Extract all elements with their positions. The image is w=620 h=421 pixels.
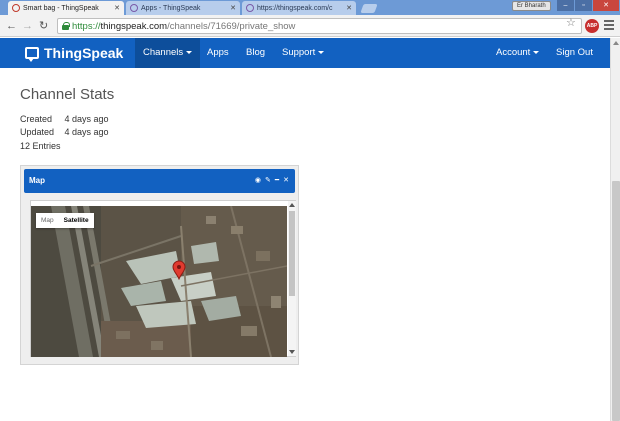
tab-close-icon[interactable]: ✕ (227, 4, 236, 12)
stat-updated-label: Updated (20, 127, 55, 137)
nav-blog-link[interactable]: Blog (238, 38, 273, 68)
browser-tab-apps[interactable]: Apps - ThingSpeak ✕ (126, 1, 240, 15)
brand-name: ThingSpeak (44, 45, 124, 61)
stat-created-value: 4 days ago (64, 114, 109, 124)
nav-support-dropdown[interactable]: Support (274, 38, 332, 68)
page-scroll-thumb[interactable] (612, 181, 620, 421)
window-minimize-button[interactable]: – (557, 0, 574, 11)
nav-blog-label: Blog (246, 47, 266, 58)
bookmark-star-icon[interactable]: ☆ (566, 16, 576, 29)
tab-close-icon[interactable]: ✕ (111, 4, 120, 12)
nav-apps-link[interactable]: Apps (199, 38, 237, 68)
map-type-map-button[interactable]: Map (36, 213, 59, 228)
map-widget: Map ◉ ✎ ━ ✕ Map Satellite (20, 165, 299, 365)
thingspeak-favicon-icon (246, 4, 254, 12)
map-type-toggle: Map Satellite (36, 213, 94, 228)
comment-icon[interactable]: ◉ (255, 176, 261, 184)
nav-sign-out-label: Sign Out (556, 47, 593, 58)
nav-support-label: Support (282, 47, 316, 58)
caret-down-icon (186, 50, 193, 54)
satellite-map[interactable]: Map Satellite (31, 206, 287, 357)
nav-apps-label: Apps (207, 47, 229, 58)
adblock-extension-icon[interactable]: ABP (585, 19, 599, 33)
tab-title: Apps - ThingSpeak (141, 4, 201, 12)
window-maximize-button[interactable]: ▫ (575, 0, 592, 11)
forward-arrow-icon[interactable]: → (22, 19, 33, 33)
url-path: /channels/71669/private_show (167, 20, 296, 32)
nav-channels-label: Channels (143, 47, 184, 58)
stat-updated: Updated 4 days ago (20, 127, 109, 137)
profile-badge[interactable]: Er Bharath (512, 1, 551, 11)
chrome-menu-icon[interactable] (604, 20, 614, 32)
nav-sign-out-link[interactable]: Sign Out (548, 38, 601, 68)
scroll-up-arrow-icon[interactable] (613, 41, 619, 45)
stat-entries: 12 Entries (20, 141, 61, 151)
back-arrow-icon[interactable]: ← (6, 19, 17, 33)
tab-strip: Smart bag - ThingSpeak ✕ Apps - ThingSpe… (0, 0, 620, 15)
map-frame-scroll-thumb[interactable] (289, 211, 295, 296)
map-marker-icon[interactable] (172, 260, 186, 280)
map-widget-title: Map (29, 176, 45, 185)
map-iframe: Map Satellite (30, 200, 296, 357)
browser-tab-thingspeak-url[interactable]: https://thingspeak.com/c ✕ (242, 1, 356, 15)
secure-lock-icon (62, 22, 70, 30)
nav-channels-dropdown[interactable]: Channels (135, 38, 201, 68)
url-scheme: https:// (72, 20, 101, 32)
stat-updated-value: 4 days ago (64, 127, 109, 137)
address-bar[interactable]: https:// thingspeak.com /channels/71669/… (57, 18, 582, 34)
minimize-icon[interactable]: ━ (275, 176, 279, 184)
page-scrollbar[interactable] (610, 38, 620, 421)
channel-stats-heading: Channel Stats (20, 86, 115, 103)
nav-account-label: Account (496, 47, 531, 58)
thingspeak-favicon-icon (130, 4, 138, 12)
map-type-satellite-button[interactable]: Satellite (59, 213, 94, 228)
satellite-imagery (31, 206, 287, 357)
tab-title: Smart bag - ThingSpeak (23, 4, 99, 12)
stat-created: Created 4 days ago (20, 114, 109, 124)
map-widget-header: Map ◉ ✎ ━ ✕ (24, 169, 295, 193)
caret-down-icon (318, 50, 325, 54)
site-navbar: ThingSpeak Channels Apps Blog Support Ac… (0, 38, 610, 68)
browser-window: Smart bag - ThingSpeak ✕ Apps - ThingSpe… (0, 0, 620, 421)
close-icon[interactable]: ✕ (283, 176, 289, 184)
new-tab-button[interactable] (360, 4, 378, 13)
chat-bubble-logo-icon (25, 47, 39, 62)
thingspeak-logo[interactable]: ThingSpeak (25, 45, 124, 62)
browser-toolbar: ← → ↻ https:// thingspeak.com /channels/… (0, 15, 620, 37)
caret-down-icon (533, 50, 540, 54)
tab-close-icon[interactable]: ✕ (343, 4, 352, 12)
thingspeak-favicon-icon (12, 4, 20, 12)
stat-created-label: Created (20, 114, 53, 124)
widget-toolbar: ◉ ✎ ━ ✕ (255, 176, 289, 184)
scroll-down-arrow-icon[interactable] (289, 350, 295, 354)
edit-icon[interactable]: ✎ (265, 176, 271, 184)
tab-title: https://thingspeak.com/c (257, 4, 333, 12)
nav-account-dropdown[interactable]: Account (488, 38, 547, 68)
map-frame-scrollbar[interactable] (288, 201, 296, 356)
scroll-up-arrow-icon[interactable] (289, 203, 295, 207)
url-host: thingspeak.com (100, 20, 168, 32)
reload-icon[interactable]: ↻ (39, 19, 48, 33)
window-close-button[interactable]: ✕ (593, 0, 619, 11)
browser-tab-smart-bag[interactable]: Smart bag - ThingSpeak ✕ (8, 1, 124, 15)
